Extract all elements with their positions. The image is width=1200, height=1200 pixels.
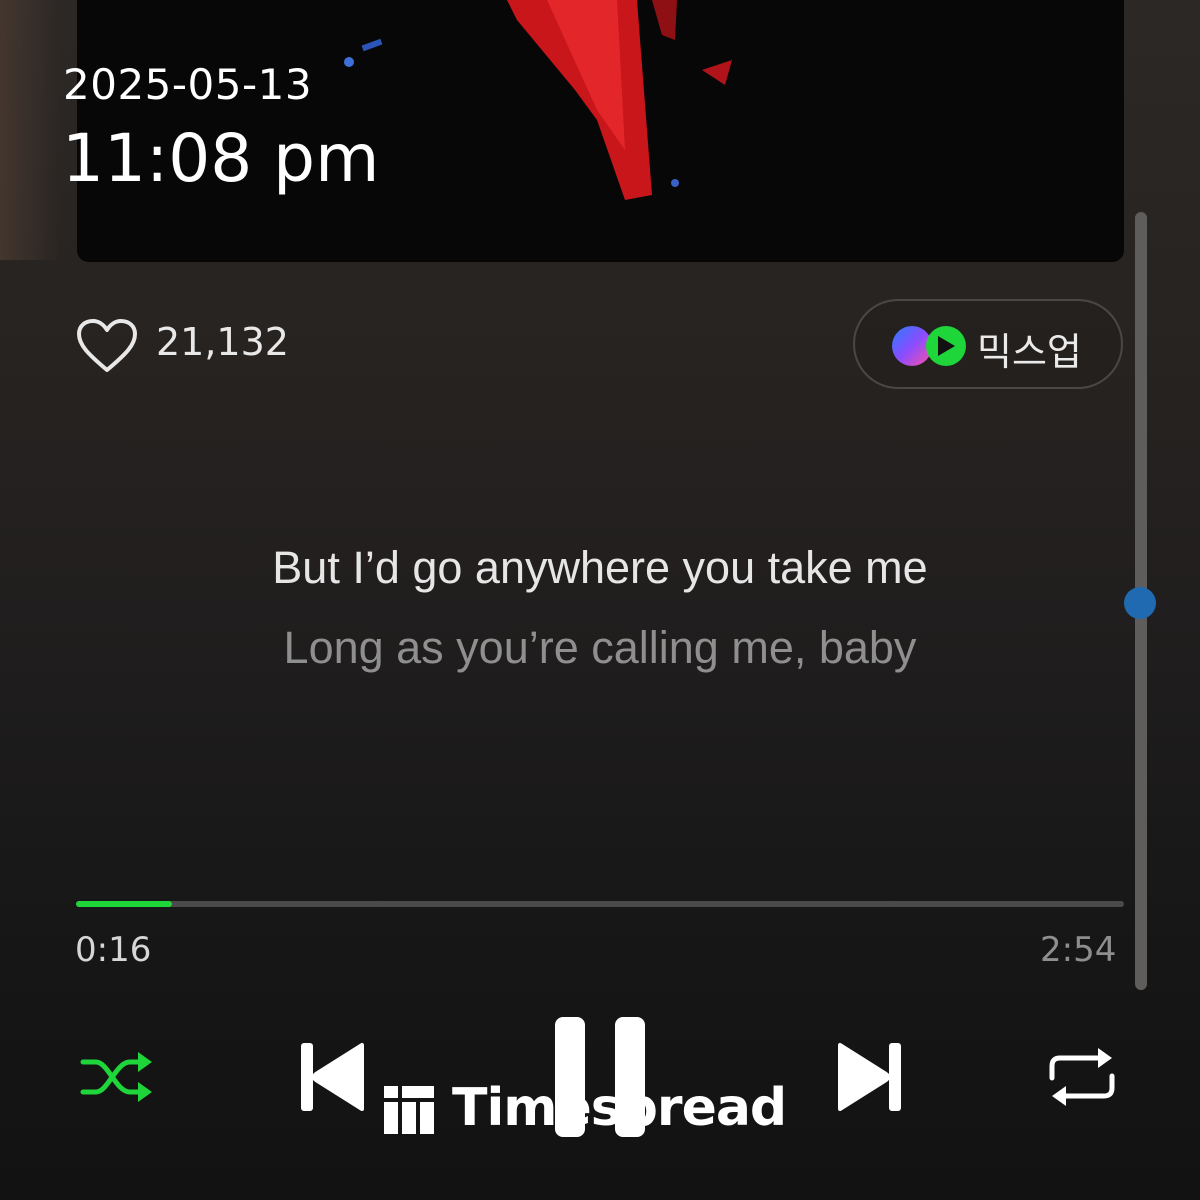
repeat-icon[interactable] bbox=[1046, 1046, 1118, 1108]
watermark-logo-icon bbox=[384, 1086, 434, 1134]
skip-next-icon[interactable] bbox=[834, 1040, 904, 1114]
progress-fill bbox=[76, 901, 172, 907]
scrollbar-thumb[interactable] bbox=[1124, 587, 1156, 619]
overlay-time: 11:08 pm bbox=[62, 120, 380, 197]
overlay-date: 2025-05-13 bbox=[63, 60, 313, 109]
shuffle-icon[interactable] bbox=[80, 1048, 154, 1106]
progress-bar[interactable] bbox=[76, 901, 1124, 907]
watermark: Timespread bbox=[384, 1078, 824, 1140]
mixup-label: 믹스업 bbox=[977, 330, 1082, 374]
total-duration: 2:54 bbox=[1040, 930, 1117, 970]
watermark-text: Timespread bbox=[452, 1078, 787, 1138]
mixup-icon bbox=[892, 326, 966, 366]
mixup-button[interactable]: 믹스업 bbox=[853, 299, 1123, 389]
like-count: 21,132 bbox=[156, 320, 289, 364]
heart-icon[interactable] bbox=[76, 318, 138, 374]
elapsed-time: 0:16 bbox=[75, 930, 152, 970]
lyric-next-line: Long as you’re calling me, baby bbox=[283, 622, 917, 673]
skip-previous-icon[interactable] bbox=[298, 1040, 368, 1114]
background-glow bbox=[0, 0, 60, 260]
lyric-current-line: But I’d go anywhere you take me bbox=[272, 542, 928, 593]
